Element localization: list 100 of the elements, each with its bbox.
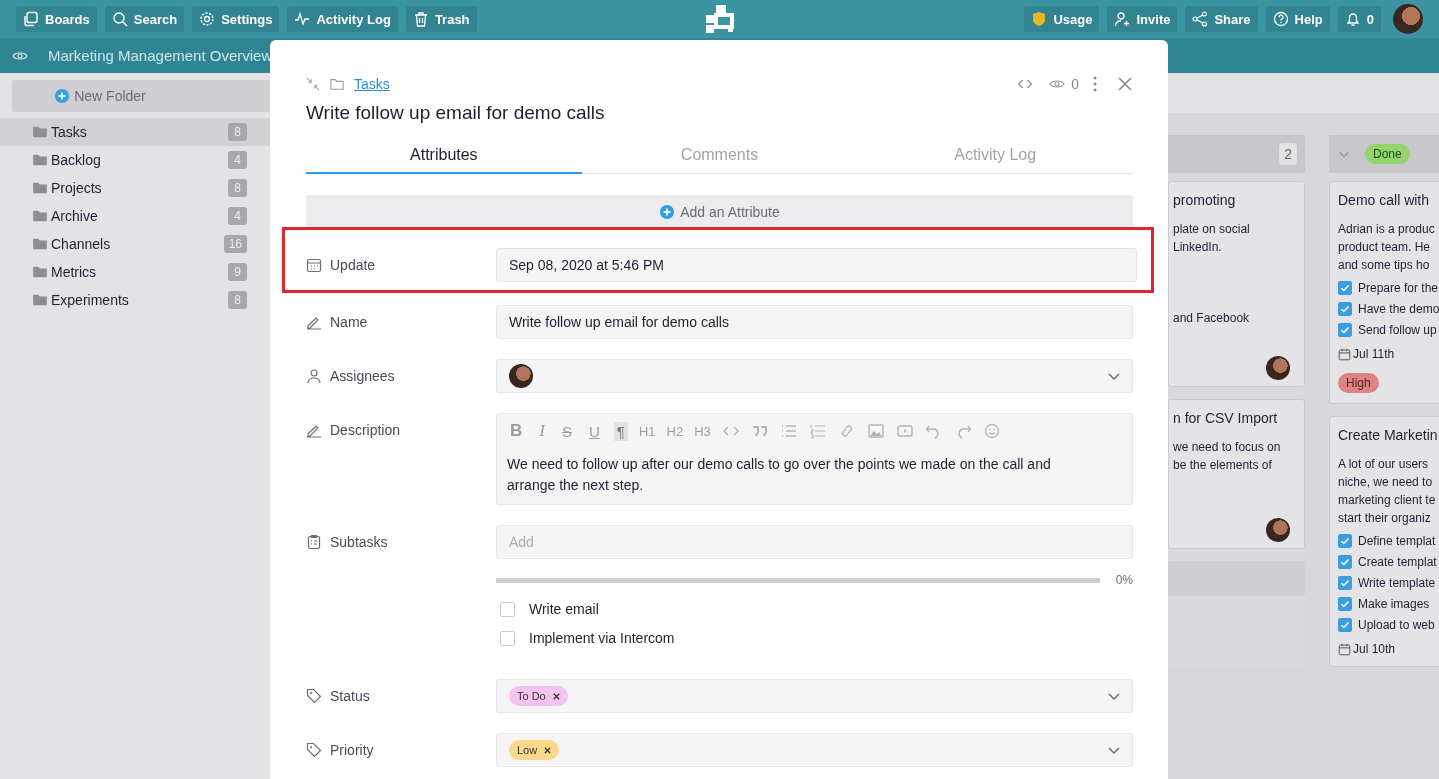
folder-item[interactable]: Backlog 4 xyxy=(0,146,270,174)
card-text: LinkedIn. xyxy=(1173,239,1222,256)
tag-chip: To Do xyxy=(509,686,568,706)
pulse-icon xyxy=(294,11,311,27)
emoji-icon[interactable] xyxy=(982,423,1001,439)
priority-tag: High xyxy=(1338,373,1379,393)
collapse-icon[interactable] xyxy=(306,77,320,91)
checkbox[interactable] xyxy=(1338,618,1352,632)
shield-icon xyxy=(1031,11,1048,27)
format-button[interactable]: H3 xyxy=(694,423,711,439)
more-icon[interactable] xyxy=(1093,76,1097,92)
folder-icon xyxy=(33,154,47,166)
bullet-list-icon[interactable] xyxy=(779,423,798,439)
card-title: n for CSV Import xyxy=(1173,410,1278,426)
description-text: We need to follow up after our demo calls to go over the points we made on the call and arrange the next step. xyxy=(507,455,1052,495)
input-field[interactable]: Add xyxy=(496,525,1133,559)
search-icon xyxy=(111,11,128,27)
select-field[interactable]: Low xyxy=(496,733,1133,767)
task-card[interactable]: promoting plate on social LinkedIn. and Facebook xyxy=(1168,181,1305,387)
help-icon xyxy=(1272,11,1289,27)
checkbox[interactable] xyxy=(1338,576,1352,590)
format-button[interactable]: H2 xyxy=(666,423,684,439)
checkbox[interactable] xyxy=(1338,281,1352,295)
folder-item[interactable]: Experiments 8 xyxy=(0,286,270,314)
remove-icon[interactable] xyxy=(543,745,553,755)
logo-icon xyxy=(706,5,734,33)
video-icon[interactable] xyxy=(895,423,914,439)
add-attribute-button[interactable]: Add an Attribute xyxy=(306,195,1133,228)
attribute-label: Priority xyxy=(330,742,374,758)
add-user-icon xyxy=(1114,11,1131,27)
folder-item[interactable]: Tasks 8 xyxy=(0,118,270,146)
format-button[interactable]: H1 xyxy=(638,423,656,439)
nav-button[interactable]: Help xyxy=(1265,6,1330,32)
folder-item[interactable]: Metrics 9 xyxy=(0,258,270,286)
checkbox[interactable] xyxy=(1338,597,1352,611)
nav-button[interactable]: Boards xyxy=(16,6,97,32)
folder-name: Channels xyxy=(51,236,112,252)
checkbox[interactable] xyxy=(1338,534,1352,548)
tab[interactable]: Activity Log xyxy=(857,142,1133,174)
nav-button[interactable]: 0 xyxy=(1337,6,1381,32)
checkbox[interactable] xyxy=(1338,302,1352,316)
nav-button[interactable]: Invite xyxy=(1107,6,1178,32)
input-field[interactable]: Sep 08, 2020 at 5:46 PM xyxy=(496,248,1137,282)
task-card[interactable]: Create Marketin A lot of our users niche, we need to marketing client te start their organiz Define templat Create templat Write template Make images Upload to web Jul 10th xyxy=(1329,416,1439,667)
nav-button[interactable]: Settings xyxy=(192,6,280,32)
text-editor[interactable]: B I S U ¶ H1 H2 H3 We need to follow up after our demo calls to go over the points we made on the call and arrange the next step. xyxy=(496,413,1133,505)
count-badge: 8 xyxy=(228,291,247,309)
select-field[interactable]: To Do xyxy=(496,679,1133,713)
check-icon xyxy=(1339,556,1351,568)
format-button[interactable]: U xyxy=(585,421,603,441)
attribute-label: Status xyxy=(330,688,370,704)
format-button[interactable]: ¶ xyxy=(613,421,628,441)
avatar[interactable] xyxy=(1393,4,1423,34)
task-card[interactable]: Demo call with Adrian is a produc product team. He and some tips ho Prepare for the Have the demo Send follow up Jul 11th High xyxy=(1329,181,1439,404)
quote-icon[interactable] xyxy=(750,423,769,439)
format-button[interactable]: S xyxy=(558,421,575,441)
folder-icon xyxy=(33,238,47,250)
checkbox[interactable] xyxy=(1338,323,1352,337)
count-badge: 2 xyxy=(1279,143,1297,165)
count-badge: 16 xyxy=(223,235,247,253)
card-title: promoting xyxy=(1173,192,1236,208)
status-badge: Done xyxy=(1365,144,1410,164)
card-text: and some tips ho xyxy=(1338,257,1430,274)
due-date: Jul 10th xyxy=(1353,642,1396,656)
bell-icon xyxy=(1344,11,1361,27)
card-text: A lot of our users xyxy=(1338,456,1429,473)
folder-name: Backlog xyxy=(51,152,102,168)
checklist-text: Create templat xyxy=(1358,555,1437,569)
tag-icon xyxy=(306,688,322,704)
subtask-text: Write email xyxy=(529,601,599,617)
checkbox[interactable] xyxy=(500,601,515,617)
breadcrumb-link[interactable]: Tasks xyxy=(354,76,390,92)
checkbox[interactable] xyxy=(500,630,515,646)
folder-icon xyxy=(33,126,47,138)
checklist-text: Write template xyxy=(1358,576,1436,590)
count-badge: 4 xyxy=(228,207,247,225)
input-field[interactable]: Write follow up email for demo calls xyxy=(496,305,1133,339)
image-icon[interactable] xyxy=(866,423,885,439)
nav-button[interactable]: Usage xyxy=(1024,6,1100,32)
numbered-list-icon[interactable] xyxy=(808,423,827,439)
folder-item[interactable]: Projects 8 xyxy=(0,174,270,202)
checkbox[interactable] xyxy=(1338,555,1352,569)
tab[interactable]: Comments xyxy=(581,142,858,174)
folder-item[interactable]: Archive 4 xyxy=(0,202,270,230)
tab[interactable]: Attributes xyxy=(306,142,582,174)
close-icon[interactable] xyxy=(1117,76,1133,92)
nav-button[interactable]: Search xyxy=(104,6,185,32)
calendar-icon xyxy=(1338,347,1351,361)
check-icon xyxy=(1339,324,1351,336)
nav-button[interactable]: Trash xyxy=(405,6,477,32)
nav-button[interactable]: Share xyxy=(1185,6,1258,32)
nav-button[interactable]: Activity Log xyxy=(287,6,398,32)
task-card[interactable]: n for CSV Import we need to focus on be the elements of xyxy=(1168,399,1305,549)
folder-item[interactable]: Channels 16 xyxy=(0,230,270,258)
card-text: plate on social xyxy=(1173,221,1250,238)
calendar-icon xyxy=(1338,642,1351,656)
select-field[interactable] xyxy=(496,359,1133,393)
format-button[interactable]: B xyxy=(507,420,526,442)
remove-icon[interactable] xyxy=(551,691,561,701)
format-button[interactable]: I xyxy=(536,420,548,442)
